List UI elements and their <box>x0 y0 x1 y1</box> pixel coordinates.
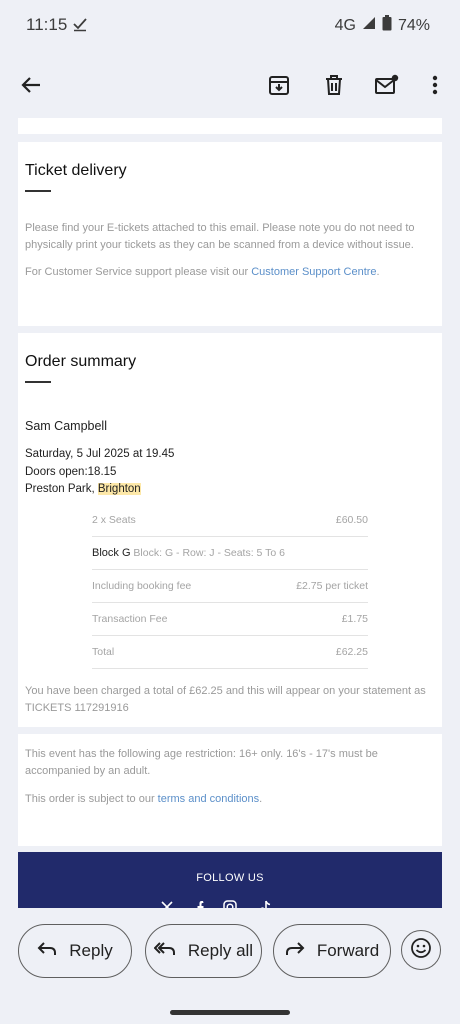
home-indicator[interactable] <box>170 1010 290 1015</box>
row-value: £60.50 <box>335 514 368 526</box>
network-label: 4G <box>334 16 356 34</box>
row-label: Block G Block: G - Row: J - Seats: 5 To … <box>92 547 285 559</box>
app-bar <box>0 52 460 118</box>
venue-name: Preston Park, <box>25 483 98 495</box>
emoji-reaction-button[interactable] <box>401 930 441 970</box>
table-row: 2 x Seats £60.50 <box>92 504 368 537</box>
row-label: Transaction Fee <box>92 613 168 625</box>
forward-label: Forward <box>316 941 380 960</box>
seat-details: Block: G - Row: J - Seats: 5 To 6 <box>130 547 285 559</box>
row-value: £62.25 <box>335 646 368 658</box>
table-row: Including booking fee £2.75 per ticket <box>92 570 368 603</box>
title-underline <box>25 381 51 383</box>
row-label: Total <box>92 646 115 658</box>
order-table: 2 x Seats £60.50 Block G Block: G - Row:… <box>92 504 368 669</box>
follow-us-label: FOLLOW US <box>196 872 264 884</box>
reply-all-button[interactable]: Reply all <box>145 924 262 978</box>
table-row: Total £62.25 <box>92 636 368 669</box>
signal-icon <box>362 16 376 35</box>
reply-all-icon <box>153 941 176 962</box>
previous-section-card <box>18 118 442 134</box>
row-value: £1.75 <box>341 613 368 625</box>
smiley-icon <box>410 937 432 964</box>
facebook-icon[interactable] <box>194 900 208 908</box>
email-footer: FOLLOW US <box>18 852 442 908</box>
reply-all-label: Reply all <box>187 941 254 960</box>
doors-open: Doors open:18.15 <box>25 466 117 478</box>
reply-icon <box>37 941 57 962</box>
bottom-action-bar: Reply Reply all Forward <box>0 908 460 1024</box>
order-summary-title: Order summary <box>25 353 137 370</box>
support-prefix: For Customer Service support please visi… <box>25 266 252 278</box>
row-label: Including booking fee <box>92 580 192 592</box>
row-value: £2.75 per ticket <box>296 580 368 592</box>
mark-unread-icon[interactable] <box>374 72 400 98</box>
tiktok-icon[interactable] <box>258 900 272 908</box>
terms-suffix: . <box>259 793 263 805</box>
terms-prefix: This order is subject to our <box>25 793 158 805</box>
reply-label: Reply <box>69 941 113 960</box>
order-summary-card: Order summary Sam Campbell Saturday, 5 J… <box>18 333 442 727</box>
event-date: Saturday, 5 Jul 2025 at 19.45 <box>25 448 175 460</box>
terms-link[interactable]: terms and conditions <box>158 793 260 805</box>
email-body[interactable]: Ticket delivery Please find your E-ticke… <box>0 118 460 908</box>
trash-icon[interactable] <box>321 72 347 98</box>
twitter-icon[interactable] <box>160 900 174 908</box>
instagram-icon[interactable] <box>223 900 237 908</box>
restrictions-card: This event has the following age restric… <box>18 734 442 846</box>
status-time: 11:15 <box>26 15 68 34</box>
reply-button[interactable]: Reply <box>18 924 132 978</box>
table-row: Transaction Fee £1.75 <box>92 603 368 636</box>
forward-button[interactable]: Forward <box>273 924 391 978</box>
battery-percent: 74% <box>397 16 430 34</box>
arrow-back-icon[interactable] <box>18 72 44 98</box>
age-restriction: This event has the following age restric… <box>25 748 378 777</box>
status-bar: 11:15 4G 74% <box>0 0 460 50</box>
battery-icon <box>382 15 392 36</box>
forward-icon <box>285 941 305 962</box>
block-label: Block G <box>92 547 131 559</box>
venue: Preston Park, Brighton <box>25 481 141 498</box>
customer-support-link[interactable]: Customer Support Centre <box>251 266 376 278</box>
support-suffix: . <box>376 266 380 278</box>
charge-note: You have been charged a total of £62.25 … <box>25 685 426 714</box>
venue-city: Brighton <box>97 483 141 495</box>
ticket-delivery-text: Please find your E-tickets attached to t… <box>25 222 415 251</box>
customer-name: Sam Campbell <box>25 419 107 433</box>
title-underline <box>25 190 51 192</box>
archive-icon[interactable] <box>266 72 292 98</box>
ticket-delivery-card: Ticket delivery Please find your E-ticke… <box>18 142 442 326</box>
more-vert-icon[interactable] <box>422 72 448 98</box>
status-indicators: 4G 74% <box>335 15 430 36</box>
done-check-icon <box>72 16 88 37</box>
terms-line: This order is subject to our terms and c… <box>25 791 425 808</box>
support-line: For Customer Service support please visi… <box>25 264 425 281</box>
row-label: 2 x Seats <box>92 514 136 526</box>
ticket-delivery-title: Ticket delivery <box>25 162 127 179</box>
table-row: Block G Block: G - Row: J - Seats: 5 To … <box>92 537 368 570</box>
